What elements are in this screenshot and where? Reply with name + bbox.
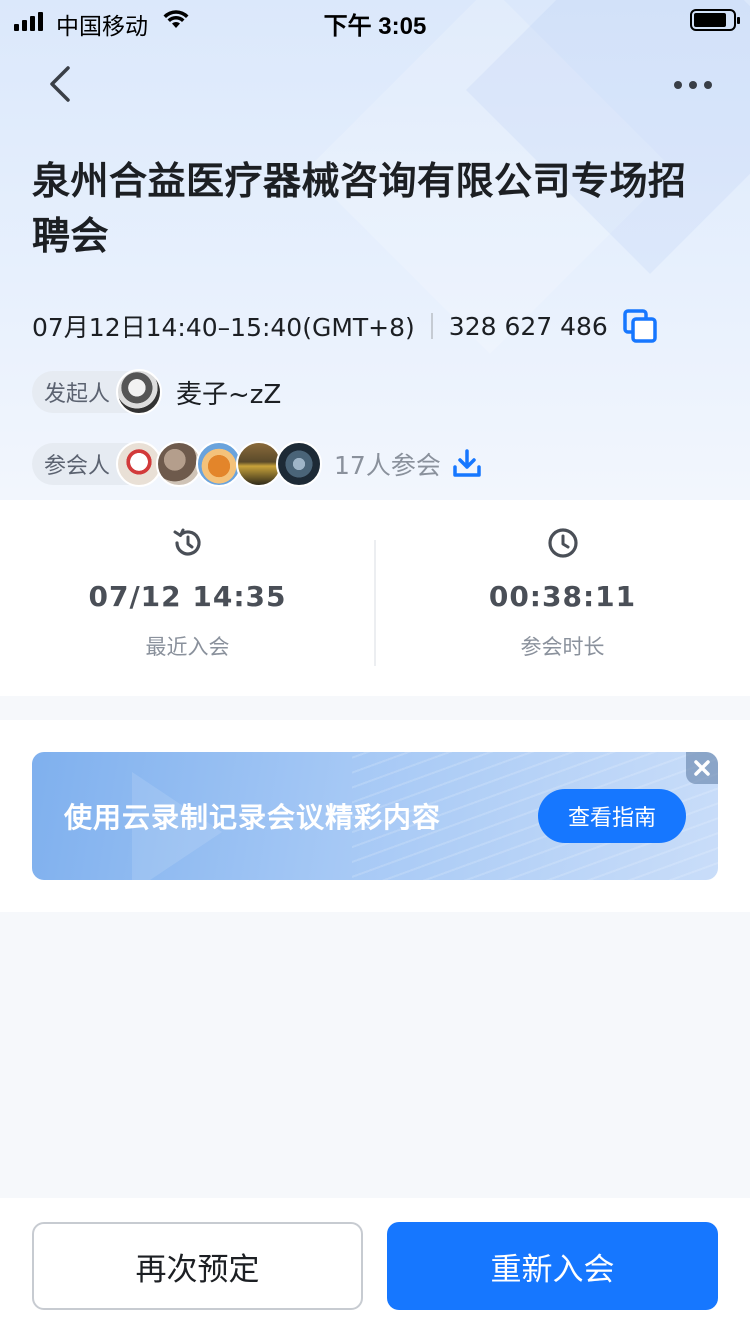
last-join-label: 最近入会 bbox=[145, 635, 230, 659]
chevron-left-icon bbox=[50, 66, 70, 102]
duration-label: 参会时长 bbox=[520, 635, 605, 659]
last-join-stat: 07/12 14:35 最近入会 bbox=[0, 526, 375, 661]
banner-section: 使用云录制记录会议精彩内容 查看指南 bbox=[0, 720, 750, 912]
rejoin-button[interactable]: 重新入会 bbox=[387, 1222, 718, 1310]
avatar[interactable] bbox=[116, 369, 163, 415]
download-icon[interactable] bbox=[451, 448, 483, 480]
history-clock-icon bbox=[173, 528, 201, 556]
more-button[interactable] bbox=[668, 70, 718, 100]
rebook-button[interactable]: 再次预定 bbox=[32, 1222, 363, 1310]
status-time: 下午 3:05 bbox=[323, 13, 427, 40]
duration-stat: 00:38:11 参会时长 bbox=[375, 526, 750, 661]
bottom-action-bar: 再次预定 重新入会 bbox=[0, 1198, 750, 1334]
attendees-row[interactable]: 参会人 17人参会 bbox=[32, 441, 483, 487]
more-dots-icon bbox=[674, 81, 682, 89]
clock-icon bbox=[547, 528, 578, 558]
duration-value: 00:38:11 bbox=[488, 580, 637, 613]
meeting-meta: 07月12日14:40–15:40(GMT+8) 328 627 486 bbox=[32, 306, 658, 346]
organizer-row: 发起人 麦子~zZ bbox=[32, 369, 281, 415]
banner-text: 使用云录制记录会议精彩内容 bbox=[64, 801, 442, 834]
close-icon bbox=[694, 760, 710, 776]
meeting-id: 328 627 486 bbox=[448, 311, 608, 341]
meeting-stats: 07/12 14:35 最近入会 00:38:11 参会时长 bbox=[0, 500, 750, 696]
back-button[interactable] bbox=[40, 62, 80, 106]
organizer-name: 麦子~zZ bbox=[176, 379, 282, 410]
divider bbox=[430, 313, 433, 339]
meeting-time: 07月12日14:40–15:40(GMT+8) bbox=[32, 313, 415, 342]
attendees-count[interactable]: 17人参会 bbox=[334, 446, 441, 482]
banner-close-button[interactable] bbox=[686, 752, 718, 784]
meeting-title: 泉州合益医疗器械咨询有限公司专场招聘会 bbox=[32, 159, 687, 258]
status-bar: 中国移动 下午 3:05 bbox=[0, 0, 750, 40]
more-dots-icon bbox=[689, 81, 697, 89]
copy-icon[interactable] bbox=[622, 308, 658, 344]
last-join-value: 07/12 14:35 bbox=[88, 580, 287, 613]
avatar bbox=[276, 441, 323, 487]
battery-icon bbox=[690, 9, 740, 31]
more-dots-icon bbox=[704, 81, 712, 89]
attendee-avatars[interactable] bbox=[116, 441, 323, 487]
cloud-recording-banner[interactable]: 使用云录制记录会议精彩内容 查看指南 bbox=[32, 752, 718, 880]
view-guide-button[interactable]: 查看指南 bbox=[538, 789, 686, 843]
